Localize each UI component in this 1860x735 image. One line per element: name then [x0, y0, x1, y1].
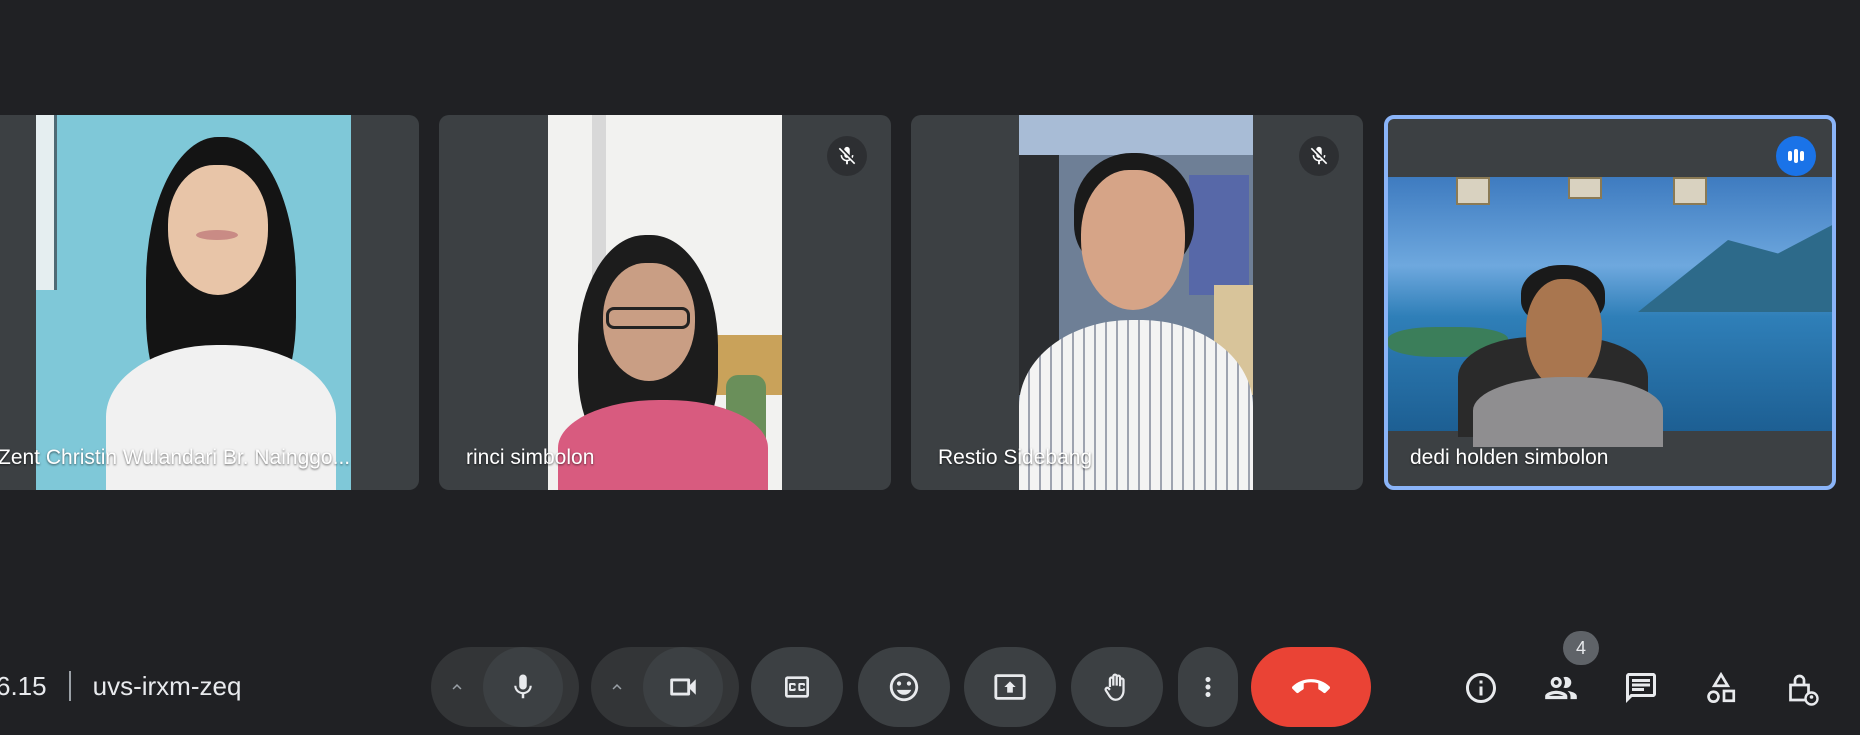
raise-hand-button[interactable]: [1071, 647, 1163, 727]
participant-tile-2[interactable]: rinci simbolon: [439, 115, 891, 490]
participant-count-badge: 4: [1563, 631, 1599, 665]
meeting-code[interactable]: uvs-irxm-zeq: [93, 671, 242, 702]
emoji-icon: [889, 672, 919, 702]
mic-off-indicator: [827, 136, 867, 176]
chat-icon: [1626, 673, 1656, 703]
people-button[interactable]: [1535, 662, 1587, 714]
captions-button[interactable]: [751, 647, 843, 727]
present-screen-button[interactable]: [964, 647, 1056, 727]
people-icon: [1545, 676, 1577, 700]
raise-hand-icon: [1104, 673, 1125, 701]
meeting-time: 6.15: [0, 670, 47, 701]
chevron-up-icon: [452, 684, 462, 690]
info-icon: [1466, 673, 1496, 703]
divider: [68, 671, 71, 701]
participant-name: rinci simbolon: [466, 446, 595, 469]
participant-name: Restio Sidebang: [938, 446, 1093, 469]
participant-tile-4[interactable]: dedi holden simbolon: [1384, 115, 1836, 490]
participant-video: [1388, 177, 1832, 447]
end-call-icon: [1292, 679, 1330, 694]
mic-off-indicator: [1299, 136, 1339, 176]
captions-icon: [785, 676, 809, 698]
meeting-stage: Zent Christin Wulandari Br. Nainggo... r…: [0, 0, 1860, 735]
activities-button[interactable]: [1695, 662, 1747, 714]
audio-options-button[interactable]: [431, 647, 483, 727]
speaking-indicator: [1776, 136, 1816, 176]
microphone-control-group: [431, 647, 579, 727]
participant-tile-3[interactable]: Restio Sidebang: [911, 115, 1363, 490]
activities-icon: [1707, 671, 1736, 703]
present-icon: [994, 674, 1026, 700]
chat-button[interactable]: [1615, 662, 1667, 714]
participant-video: [1019, 115, 1253, 490]
camera-control-group: [591, 647, 739, 727]
camera-button[interactable]: [643, 647, 723, 727]
mic-off-icon: [838, 146, 856, 165]
video-options-button[interactable]: [591, 647, 643, 727]
more-options-icon: [1205, 677, 1211, 697]
microphone-icon: [514, 674, 532, 699]
participant-tile-1[interactable]: Zent Christin Wulandari Br. Nainggo...: [0, 115, 419, 490]
more-options-button[interactable]: [1178, 647, 1238, 727]
participant-name: dedi holden simbolon: [1410, 446, 1609, 469]
meeting-details-button[interactable]: [1455, 662, 1507, 714]
host-controls-button[interactable]: [1775, 662, 1827, 714]
participant-video: [548, 115, 782, 490]
participant-video: [36, 115, 351, 490]
meeting-details: 6.15 uvs-irxm-zeq: [0, 668, 241, 704]
reactions-button[interactable]: [858, 647, 950, 727]
chevron-up-icon: [612, 684, 622, 690]
host-controls-icon: [1789, 674, 1819, 706]
mic-off-icon: [1310, 146, 1328, 165]
leave-call-button[interactable]: [1251, 647, 1371, 727]
microphone-button[interactable]: [483, 647, 563, 727]
audio-level-icon: [1788, 149, 1804, 163]
camera-icon: [670, 678, 696, 696]
participant-name: Zent Christin Wulandari Br. Nainggo...: [0, 446, 351, 469]
